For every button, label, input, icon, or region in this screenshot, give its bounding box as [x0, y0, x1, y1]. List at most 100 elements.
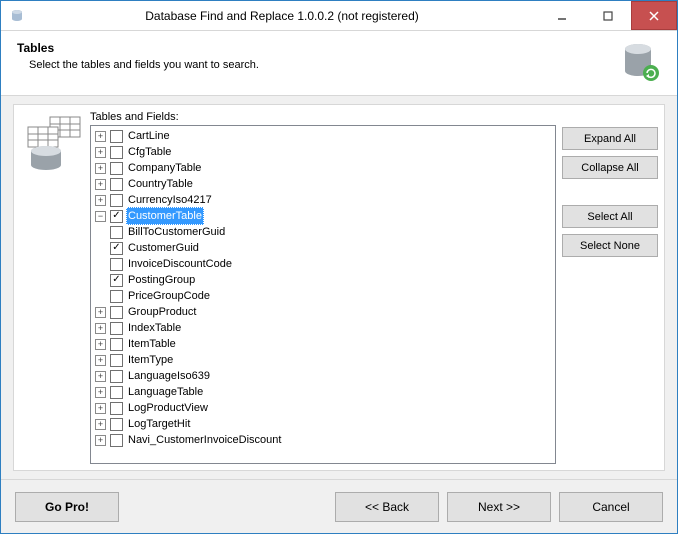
wizard-footer: Go Pro! << Back Next >> Cancel: [1, 479, 677, 533]
checkbox[interactable]: [110, 402, 123, 415]
tree-node-label[interactable]: CompanyTable: [126, 160, 203, 176]
checkbox[interactable]: [110, 146, 123, 159]
back-button[interactable]: << Back: [335, 492, 439, 522]
collapse-all-button[interactable]: Collapse All: [562, 156, 658, 179]
page-title: Tables: [17, 41, 259, 55]
tree-node[interactable]: + ItemTable: [95, 336, 553, 352]
tree-node[interactable]: + CountryTable: [95, 176, 553, 192]
tree-node[interactable]: + LanguageTable: [95, 384, 553, 400]
tree-leaf-label[interactable]: InvoiceDiscountCode: [126, 256, 234, 272]
tree-node-label[interactable]: LanguageIso639: [126, 368, 212, 384]
checkbox[interactable]: [110, 130, 123, 143]
expand-icon[interactable]: +: [95, 403, 106, 414]
tree-leaf[interactable]: InvoiceDiscountCode: [95, 256, 553, 272]
expand-icon[interactable]: +: [95, 131, 106, 142]
tree-leaf-label[interactable]: PostingGroup: [126, 272, 197, 288]
select-all-button[interactable]: Select All: [562, 205, 658, 228]
page-subtitle: Select the tables and fields you want to…: [29, 59, 259, 71]
expand-icon[interactable]: +: [95, 339, 106, 350]
expand-icon[interactable]: +: [95, 387, 106, 398]
checkbox[interactable]: [110, 354, 123, 367]
tables-tree[interactable]: + CartLine + CfgTable + CompanyTable + CountryT…: [90, 125, 556, 464]
expand-icon[interactable]: +: [95, 179, 106, 190]
tree-node-label[interactable]: CurrencyIso4217: [126, 192, 214, 208]
expand-all-button[interactable]: Expand All: [562, 127, 658, 150]
tree-node[interactable]: + CfgTable: [95, 144, 553, 160]
expand-icon[interactable]: +: [95, 147, 106, 158]
tree-node-label[interactable]: LanguageTable: [126, 384, 205, 400]
checkbox[interactable]: [110, 242, 123, 255]
cancel-button[interactable]: Cancel: [559, 492, 663, 522]
tree-leaf-label[interactable]: BillToCustomerGuid: [126, 224, 227, 240]
expand-icon[interactable]: +: [95, 323, 106, 334]
minimize-button[interactable]: [539, 1, 585, 30]
checkbox[interactable]: [110, 178, 123, 191]
checkbox[interactable]: [110, 194, 123, 207]
checkbox[interactable]: [110, 210, 123, 223]
expand-icon[interactable]: +: [95, 307, 106, 318]
tree-leaf-label[interactable]: CustomerGuid: [126, 240, 201, 256]
checkbox[interactable]: [110, 258, 123, 271]
tree-node[interactable]: + Navi_CustomerInvoiceDiscount: [95, 432, 553, 448]
icon-column: [20, 111, 84, 464]
tree-node-label[interactable]: Navi_CustomerInvoiceDiscount: [126, 432, 283, 448]
tree-leaf-label[interactable]: PriceGroupCode: [126, 288, 212, 304]
main-panel: Tables and Fields: + CartLine + CfgTable + Co…: [13, 104, 665, 471]
tree-node[interactable]: + GroupProduct: [95, 304, 553, 320]
expand-icon[interactable]: +: [95, 195, 106, 206]
window-controls: [539, 1, 677, 30]
tree-leaf[interactable]: PostingGroup: [95, 272, 553, 288]
tree-node-label[interactable]: CartLine: [126, 128, 172, 144]
expand-icon[interactable]: +: [95, 435, 106, 446]
select-none-button[interactable]: Select None: [562, 234, 658, 257]
content-area: Tables and Fields: + CartLine + CfgTable + Co…: [1, 96, 677, 479]
expand-icon[interactable]: +: [95, 163, 106, 174]
checkbox[interactable]: [110, 370, 123, 383]
checkbox[interactable]: [110, 306, 123, 319]
tree-node[interactable]: − CustomerTable: [95, 208, 553, 224]
tree-node-label[interactable]: CfgTable: [126, 144, 173, 160]
window-title: Database Find and Replace 1.0.0.2 (not r…: [25, 9, 539, 23]
close-button[interactable]: [631, 1, 677, 30]
checkbox[interactable]: [110, 434, 123, 447]
tree-node[interactable]: + LogTargetHit: [95, 416, 553, 432]
tree-node[interactable]: + ItemType: [95, 352, 553, 368]
tree-node[interactable]: + LanguageIso639: [95, 368, 553, 384]
app-window: Database Find and Replace 1.0.0.2 (not r…: [0, 0, 678, 534]
tree-leaf[interactable]: CustomerGuid: [95, 240, 553, 256]
tree-leaf[interactable]: PriceGroupCode: [95, 288, 553, 304]
tree-node-label[interactable]: CustomerTable: [126, 207, 204, 225]
tree-leaf[interactable]: BillToCustomerGuid: [95, 224, 553, 240]
tree-node-label[interactable]: ItemType: [126, 352, 175, 368]
checkbox[interactable]: [110, 418, 123, 431]
expand-icon[interactable]: +: [95, 371, 106, 382]
expand-icon[interactable]: +: [95, 419, 106, 430]
go-pro-button[interactable]: Go Pro!: [15, 492, 119, 522]
wizard-header: Tables Select the tables and fields you …: [1, 31, 677, 96]
checkbox[interactable]: [110, 274, 123, 287]
checkbox[interactable]: [110, 226, 123, 239]
titlebar[interactable]: Database Find and Replace 1.0.0.2 (not r…: [1, 1, 677, 31]
tree-node[interactable]: + CompanyTable: [95, 160, 553, 176]
checkbox[interactable]: [110, 162, 123, 175]
tree-node-label[interactable]: LogTargetHit: [126, 416, 192, 432]
tree-node[interactable]: + CartLine: [95, 128, 553, 144]
checkbox[interactable]: [110, 338, 123, 351]
checkbox[interactable]: [110, 322, 123, 335]
maximize-button[interactable]: [585, 1, 631, 30]
checkbox[interactable]: [110, 290, 123, 303]
tree-node[interactable]: + LogProductView: [95, 400, 553, 416]
tree-node-label[interactable]: GroupProduct: [126, 304, 198, 320]
expand-icon[interactable]: +: [95, 355, 106, 366]
tree-node-label[interactable]: ItemTable: [126, 336, 178, 352]
tree-node[interactable]: + CurrencyIso4217: [95, 192, 553, 208]
tree-node-label[interactable]: LogProductView: [126, 400, 210, 416]
tree-node-label[interactable]: IndexTable: [126, 320, 183, 336]
next-button[interactable]: Next >>: [447, 492, 551, 522]
tree-node[interactable]: + IndexTable: [95, 320, 553, 336]
checkbox[interactable]: [110, 386, 123, 399]
database-refresh-icon: [619, 41, 661, 83]
collapse-icon[interactable]: −: [95, 211, 106, 222]
tree-label: Tables and Fields:: [90, 111, 556, 123]
tree-node-label[interactable]: CountryTable: [126, 176, 195, 192]
